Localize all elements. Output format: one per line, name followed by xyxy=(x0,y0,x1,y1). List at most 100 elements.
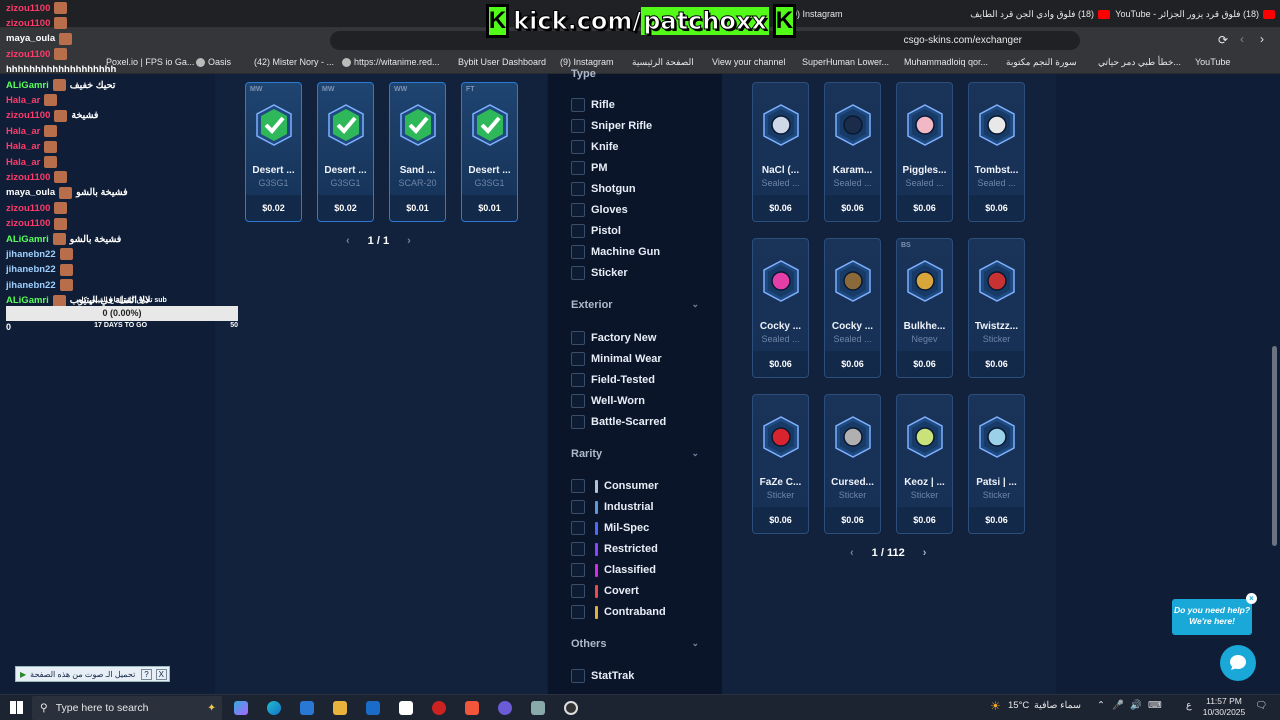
filter-option-exteriors[interactable]: Field-Tested xyxy=(571,373,655,387)
help-icon[interactable]: ? xyxy=(141,668,152,680)
filter-option-rarities[interactable]: Consumer xyxy=(571,479,658,493)
filter-option-exteriors[interactable]: Well-Worn xyxy=(571,394,645,408)
capcut-icon[interactable] xyxy=(399,701,413,715)
language-indicator[interactable]: ع xyxy=(1186,700,1192,711)
taskbar-search[interactable]: ⚲ Type here to search ✦ xyxy=(32,696,222,720)
outlook-icon[interactable] xyxy=(366,701,380,715)
inventory-card[interactable]: WW Sand ... SCAR-20 $0.01 xyxy=(389,82,446,222)
prev-page-icon[interactable]: ‹ xyxy=(850,547,854,559)
shop-card[interactable]: Piggles... Sealed ... $0.06 xyxy=(896,82,953,222)
shop-card[interactable]: Cursed... Sticker $0.06 xyxy=(824,394,881,534)
bookmark-item[interactable]: Bybit User Dashboard xyxy=(458,57,546,67)
clock[interactable]: 11:57 PM 10/30/2025 xyxy=(1200,696,1248,718)
shop-card[interactable]: BS Bulkhe... Negev $0.06 xyxy=(896,238,953,378)
close-icon[interactable]: × xyxy=(1246,593,1257,604)
checkbox[interactable] xyxy=(571,521,585,535)
bookmark-item[interactable]: View your channel xyxy=(712,57,785,67)
back-icon[interactable]: ‹ xyxy=(1240,32,1244,46)
filter-option-stattrak[interactable]: StatTrak xyxy=(571,669,634,683)
tab-youtube-2[interactable]: (18) فلوق قرد يزور الجزائر - YouTube xyxy=(1110,4,1275,24)
shop-card[interactable]: Twistzz... Sticker $0.06 xyxy=(968,238,1025,378)
bookmark-item[interactable]: الصفحة الرئيسية xyxy=(632,57,694,68)
checkbox[interactable] xyxy=(571,98,585,112)
brave-icon[interactable] xyxy=(465,701,479,715)
edge-icon[interactable] xyxy=(267,701,281,715)
shop-card[interactable]: Tombst... Sealed ... $0.06 xyxy=(968,82,1025,222)
filter-option-types[interactable]: Shotgun xyxy=(571,182,636,196)
filter-option-types[interactable]: Gloves xyxy=(571,203,628,217)
shop-card[interactable]: Keoz | ... Sticker $0.06 xyxy=(896,394,953,534)
filter-option-types[interactable]: Pistol xyxy=(571,224,621,238)
shop-card[interactable]: Cocky ... Sealed ... $0.06 xyxy=(824,238,881,378)
file-explorer-icon[interactable] xyxy=(333,701,347,715)
filter-option-types[interactable]: Machine Gun xyxy=(571,245,660,259)
checkbox[interactable] xyxy=(571,266,585,280)
filter-option-rarities[interactable]: Classified xyxy=(571,563,656,577)
bookmark-item[interactable]: (9) Instagram xyxy=(560,57,617,67)
notification-icon[interactable]: 🗨 xyxy=(1255,700,1267,711)
app-icon[interactable] xyxy=(498,701,512,715)
checkbox[interactable] xyxy=(571,140,585,154)
filter-option-rarities[interactable]: Restricted xyxy=(571,542,658,556)
obs-icon[interactable] xyxy=(564,701,578,715)
inventory-card[interactable]: FT Desert ... G3SG1 $0.01 xyxy=(461,82,518,222)
checkbox[interactable] xyxy=(571,245,585,259)
checkbox[interactable] xyxy=(571,352,585,366)
chevron-up-icon[interactable]: ⌃ xyxy=(1097,700,1105,711)
filter-option-rarities[interactable]: Mil-Spec xyxy=(571,521,649,535)
shop-card[interactable]: Karam... Sealed ... $0.06 xyxy=(824,82,881,222)
shop-card[interactable]: Patsi | ... Sticker $0.06 xyxy=(968,394,1025,534)
exterior-filter-header[interactable]: Exterior ⌄ xyxy=(571,299,699,311)
checkbox[interactable] xyxy=(571,479,585,493)
checkbox[interactable] xyxy=(571,415,585,429)
filter-option-rarities[interactable]: Covert xyxy=(571,584,639,598)
checkbox[interactable] xyxy=(571,203,585,217)
shop-card[interactable]: Cocky ... Sealed ... $0.06 xyxy=(752,238,809,378)
filter-option-types[interactable]: Knife xyxy=(571,140,619,154)
checkbox[interactable] xyxy=(571,500,585,514)
network-icon[interactable]: ⌨ xyxy=(1148,700,1162,711)
checkbox[interactable] xyxy=(571,563,585,577)
checkbox[interactable] xyxy=(571,394,585,408)
windows-start-icon[interactable] xyxy=(10,701,23,714)
type-filter-header[interactable]: Type xyxy=(571,68,596,80)
filter-option-types[interactable]: Rifle xyxy=(571,98,615,112)
filter-option-types[interactable]: PM xyxy=(571,161,608,175)
store-icon[interactable] xyxy=(300,701,314,715)
filter-option-exteriors[interactable]: Minimal Wear xyxy=(571,352,662,366)
checkbox[interactable] xyxy=(571,182,585,196)
app-icon[interactable] xyxy=(432,701,446,715)
checkbox[interactable] xyxy=(571,605,585,619)
checkbox[interactable] xyxy=(571,542,585,556)
checkbox[interactable] xyxy=(571,331,585,345)
reload-icon[interactable]: ⟳ xyxy=(1218,33,1228,47)
filter-option-types[interactable]: Sniper Rifle xyxy=(571,119,652,133)
bookmark-item[interactable]: YouTube xyxy=(1195,57,1233,67)
forward-icon[interactable]: › xyxy=(1260,32,1264,46)
checkbox[interactable] xyxy=(571,161,585,175)
filter-option-rarities[interactable]: Industrial xyxy=(571,500,654,514)
bookmark-item[interactable]: سورة النجم مكتوبة xyxy=(1006,57,1077,68)
tab-youtube-1[interactable]: (18) فلوق وادي الجن قرد الطايف xyxy=(930,4,1110,24)
speaker-icon[interactable]: 🔊 xyxy=(1130,700,1142,711)
others-filter-header[interactable]: Others ⌄ xyxy=(571,638,699,650)
next-page-icon[interactable]: › xyxy=(407,235,411,247)
weather-temp[interactable]: 15°C xyxy=(1008,700,1029,711)
weather-text[interactable]: سماء صافية xyxy=(1034,700,1081,711)
close-icon[interactable]: X xyxy=(155,668,167,680)
chat-support-button[interactable] xyxy=(1220,645,1256,681)
copilot-icon[interactable] xyxy=(234,701,248,715)
inventory-card[interactable]: MW Desert ... G3SG1 $0.02 xyxy=(245,82,302,222)
page-scrollbar[interactable] xyxy=(1270,74,1278,694)
checkbox[interactable] xyxy=(571,669,585,683)
checkbox[interactable] xyxy=(571,373,585,387)
inventory-card[interactable]: MW Desert ... G3SG1 $0.02 xyxy=(317,82,374,222)
prev-page-icon[interactable]: ‹ xyxy=(346,235,350,247)
help-chat-bubble[interactable]: × Do you need help? We're here! xyxy=(1172,593,1257,635)
play-icon[interactable]: ▶ xyxy=(20,670,26,679)
bookmark-item[interactable]: https://witanime.red... xyxy=(342,57,440,67)
checkbox[interactable] xyxy=(571,224,585,238)
shop-card[interactable]: FaZe C... Sticker $0.06 xyxy=(752,394,809,534)
checkbox[interactable] xyxy=(571,584,585,598)
bookmark-item[interactable]: SuperHuman Lower... xyxy=(802,57,889,67)
